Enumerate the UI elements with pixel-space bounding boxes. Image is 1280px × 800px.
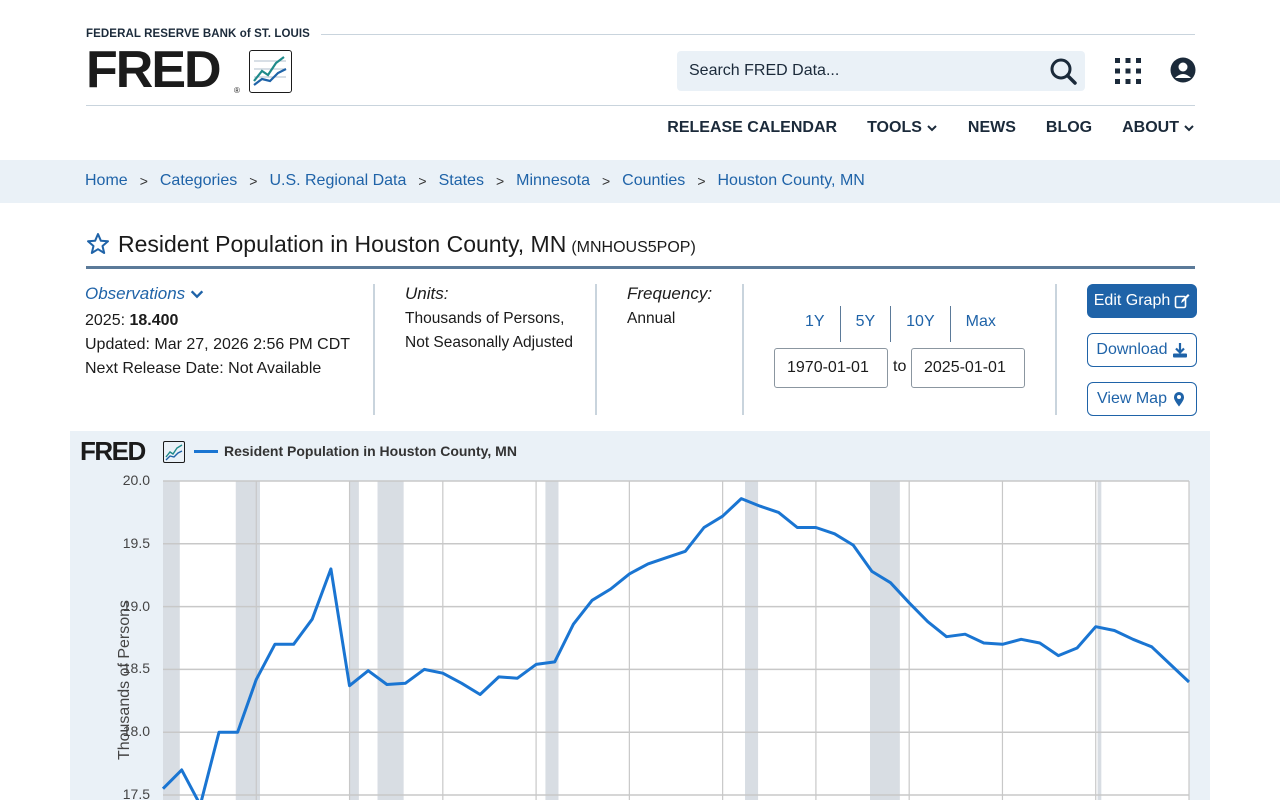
recession-shading bbox=[545, 481, 559, 800]
meta-divider bbox=[1055, 284, 1057, 415]
edit-graph-label: Edit Graph bbox=[1093, 292, 1171, 309]
download-label: Download bbox=[1096, 341, 1168, 358]
breadcrumb-categories[interactable]: Categories bbox=[160, 172, 237, 191]
user-account-icon[interactable] bbox=[1170, 57, 1196, 83]
recession-shading bbox=[163, 481, 180, 800]
nav-news[interactable]: NEWS bbox=[968, 119, 1016, 137]
breadcrumb-separator: > bbox=[139, 173, 148, 189]
meta-divider bbox=[373, 284, 375, 415]
map-pin-icon bbox=[1173, 392, 1184, 407]
site-header: FEDERAL RESERVE BANK of ST. LOUIS FRED ®… bbox=[86, 28, 1196, 108]
download-button[interactable]: Download bbox=[1087, 333, 1197, 367]
series-title-row: Resident Population in Houston County, M… bbox=[86, 228, 696, 258]
range-10y[interactable]: 10Y bbox=[891, 306, 951, 342]
recession-shading bbox=[1097, 481, 1102, 800]
plot-area bbox=[163, 481, 1189, 800]
breadcrumb-separator: > bbox=[249, 173, 258, 189]
breadcrumb-states[interactable]: States bbox=[439, 172, 484, 191]
units-label: Units: bbox=[405, 284, 449, 303]
nav-about[interactable]: ABOUT bbox=[1122, 119, 1195, 137]
header-divider bbox=[321, 34, 1195, 35]
breadcrumb-separator: > bbox=[418, 173, 427, 189]
frequency-label: Frequency: bbox=[627, 284, 713, 303]
page-title: Resident Population in Houston County, M… bbox=[118, 231, 567, 257]
search-box[interactable]: Search FRED Data... bbox=[677, 51, 1085, 91]
observations-toggle[interactable]: Observations bbox=[85, 284, 375, 304]
download-icon bbox=[1172, 343, 1187, 358]
header-bottom-divider bbox=[86, 105, 1195, 106]
edit-icon bbox=[1174, 294, 1190, 309]
recession-shading bbox=[870, 481, 900, 800]
breadcrumb-separator: > bbox=[697, 173, 706, 189]
breadcrumb-separator: > bbox=[601, 173, 611, 189]
frequency-panel: Frequency: Annual bbox=[627, 284, 737, 329]
date-range-to: to bbox=[893, 358, 907, 375]
updated-text: Updated: Mar 27, 2026 2:56 PM CDT bbox=[85, 336, 351, 353]
series-id: (MNHOUS5POP) bbox=[571, 239, 696, 256]
units-value-2: Not Seasonally Adjusted bbox=[405, 334, 574, 351]
observations-panel: Observations 2025: 18.400 Updated: Mar 2… bbox=[85, 284, 375, 378]
chevron-down-icon bbox=[1184, 125, 1194, 132]
nav-label: TOOLS bbox=[867, 119, 922, 136]
nav-label: RELEASE CALENDAR bbox=[667, 119, 838, 136]
nav-label: BLOG bbox=[1045, 119, 1093, 136]
range-1y[interactable]: 1Y bbox=[790, 306, 841, 342]
breadcrumb-counties[interactable]: Counties bbox=[622, 172, 685, 191]
edit-graph-button[interactable]: Edit Graph bbox=[1087, 284, 1197, 318]
next-release-text: Next Release Date: Not Available bbox=[85, 360, 322, 377]
recession-shading bbox=[349, 481, 359, 800]
nav-blog[interactable]: BLOG bbox=[1046, 119, 1092, 137]
frequency-value: Annual bbox=[627, 310, 676, 327]
org-name: FEDERAL RESERVE BANK of ST. LOUIS bbox=[86, 28, 310, 40]
recession-shading bbox=[745, 481, 759, 800]
start-date-input[interactable]: 1970-01-01 bbox=[774, 348, 888, 388]
view-map-label: View Map bbox=[1097, 390, 1167, 407]
search-icon[interactable] bbox=[1047, 55, 1079, 87]
range-5y[interactable]: 5Y bbox=[841, 306, 892, 342]
latest-value: 18.400 bbox=[129, 312, 179, 329]
breadcrumb-houston-county[interactable]: Houston County, MN bbox=[718, 172, 865, 191]
star-icon[interactable] bbox=[86, 232, 110, 256]
meta-divider bbox=[742, 284, 744, 415]
nav-label: ABOUT bbox=[1122, 119, 1179, 136]
recession-shading bbox=[377, 481, 404, 800]
fred-logo-text[interactable]: FRED bbox=[86, 44, 222, 96]
breadcrumb-home[interactable]: Home bbox=[85, 172, 128, 191]
latest-observation: 2025: 18.400 bbox=[85, 312, 375, 330]
title-divider bbox=[86, 266, 1195, 269]
breadcrumb-regional[interactable]: U.S. Regional Data bbox=[269, 172, 406, 191]
latest-period: 2025: bbox=[85, 312, 126, 329]
chart-plot[interactable] bbox=[70, 431, 1210, 800]
nav-label: NEWS bbox=[967, 119, 1016, 136]
search-input[interactable]: Search FRED Data... bbox=[689, 62, 839, 80]
registered-mark: ® bbox=[234, 86, 240, 95]
chevron-down-icon bbox=[927, 125, 937, 132]
nav-tools[interactable]: TOOLS bbox=[867, 119, 938, 137]
chart-container: FRED Resident Population in Houston Coun… bbox=[70, 431, 1210, 800]
range-selector: 1Y 5Y 10Y Max bbox=[790, 306, 1011, 342]
main-nav: RELEASE CALENDAR TOOLS NEWS BLOG ABOUT bbox=[667, 119, 1195, 137]
apps-grid-icon[interactable] bbox=[1114, 57, 1142, 85]
meta-divider bbox=[595, 284, 597, 415]
breadcrumb-separator: > bbox=[495, 173, 505, 189]
units-value-1: Thousands of Persons, bbox=[405, 310, 565, 327]
range-max[interactable]: Max bbox=[951, 306, 1011, 342]
observations-label: Observations bbox=[85, 284, 186, 303]
view-map-button[interactable]: View Map bbox=[1087, 382, 1197, 416]
breadcrumb: Home > Categories > U.S. Regional Data >… bbox=[85, 172, 865, 191]
breadcrumb-minnesota[interactable]: Minnesota bbox=[516, 172, 590, 191]
fred-graph-logo-icon[interactable] bbox=[249, 50, 292, 93]
chevron-down-icon bbox=[190, 290, 204, 299]
end-date-input[interactable]: 2025-01-01 bbox=[911, 348, 1025, 388]
nav-release-calendar[interactable]: RELEASE CALENDAR bbox=[667, 119, 837, 137]
units-panel: Units: Thousands of Persons, Not Seasona… bbox=[405, 284, 575, 351]
breadcrumb-bar: Home > Categories > U.S. Regional Data >… bbox=[0, 160, 1280, 203]
